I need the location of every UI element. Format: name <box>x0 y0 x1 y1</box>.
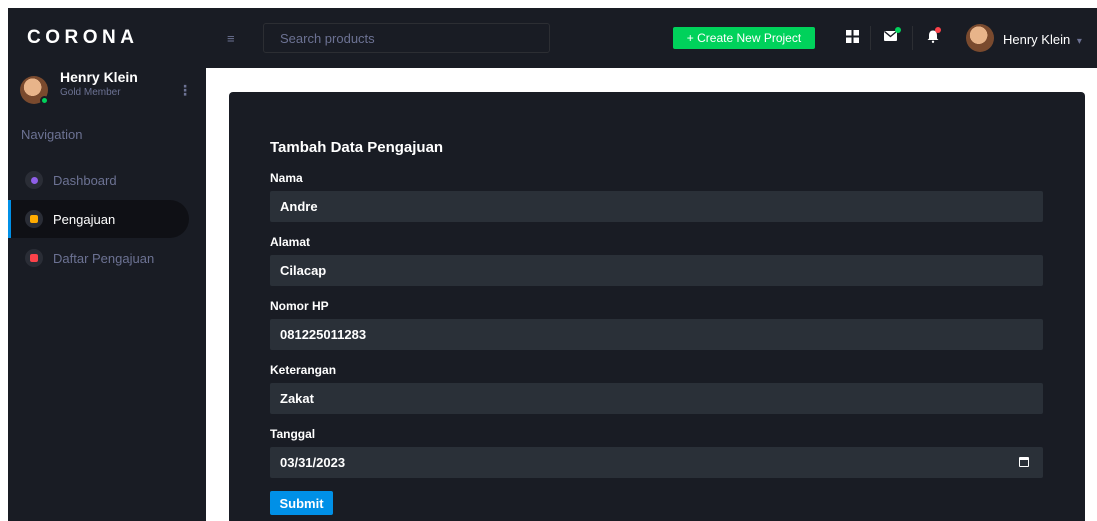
mail-icon[interactable] <box>884 27 901 45</box>
user-menu[interactable]: Henry Klein ▾ <box>1003 32 1082 47</box>
sidebar-item-label: Pengajuan <box>53 211 116 227</box>
form-card: Tambah Data Pengajuan Nama Alamat Nomor … <box>229 92 1085 521</box>
nama-field[interactable] <box>270 191 1043 222</box>
menu-toggle-icon[interactable]: ≡ <box>227 31 243 46</box>
online-status-icon <box>40 96 49 105</box>
tanggal-label: Tanggal <box>270 427 316 441</box>
notification-badge-icon <box>935 27 941 33</box>
sidebar-profile: Henry Klein Gold Member ⋮ <box>8 68 206 126</box>
submit-button[interactable]: Submit <box>270 491 333 515</box>
tanggal-wrapper <box>270 447 1043 478</box>
profile-name: Henry Klein <box>60 69 138 85</box>
sidebar-item-label: Dashboard <box>53 172 117 188</box>
keterangan-label: Keterangan <box>270 363 337 377</box>
divider <box>912 26 913 50</box>
calendar-icon[interactable] <box>1019 457 1029 467</box>
nomor-hp-label: Nomor HP <box>270 299 329 313</box>
topbar: ≡ + Create New Project Henry Klein ▾ <box>206 8 1097 68</box>
keterangan-field[interactable] <box>270 383 1043 414</box>
sidebar-item-label: Daftar Pengajuan <box>53 250 155 266</box>
divider <box>870 26 871 50</box>
nomor-hp-field[interactable] <box>270 319 1043 350</box>
sidebar-item-pengajuan[interactable]: Pengajuan <box>8 200 189 238</box>
search-input[interactable] <box>263 23 550 53</box>
bell-icon[interactable] <box>927 27 941 46</box>
document-icon <box>25 210 43 228</box>
profile-level: Gold Member <box>60 87 121 98</box>
profile-text: Henry Klein Gold Member <box>60 69 138 100</box>
user-name: Henry Klein <box>1003 32 1071 47</box>
create-new-project-button[interactable]: + Create New Project <box>673 27 815 49</box>
grid-icon[interactable] <box>846 30 859 46</box>
sidebar-item-daftar-pengajuan[interactable]: Daftar Pengajuan <box>8 239 206 277</box>
alamat-field[interactable] <box>270 255 1043 286</box>
avatar[interactable] <box>966 24 994 52</box>
mail-badge-icon <box>895 27 901 33</box>
page-title: Tambah Data Pengajuan <box>270 139 444 156</box>
sidebar: CORONA Henry Klein Gold Member ⋮ Navigat… <box>8 8 206 521</box>
avatar <box>20 76 49 105</box>
chevron-down-icon: ▾ <box>1076 36 1082 47</box>
alamat-label: Alamat <box>270 235 311 249</box>
dashboard-icon <box>25 171 43 189</box>
tanggal-field[interactable] <box>270 447 1043 478</box>
more-options-icon[interactable]: ⋮ <box>178 82 192 99</box>
nav-title: Navigation <box>21 127 83 142</box>
sidebar-item-dashboard[interactable]: Dashboard <box>8 161 206 199</box>
brand-logo[interactable]: CORONA <box>8 8 206 68</box>
nama-label: Nama <box>270 171 303 185</box>
table-icon <box>25 249 43 267</box>
